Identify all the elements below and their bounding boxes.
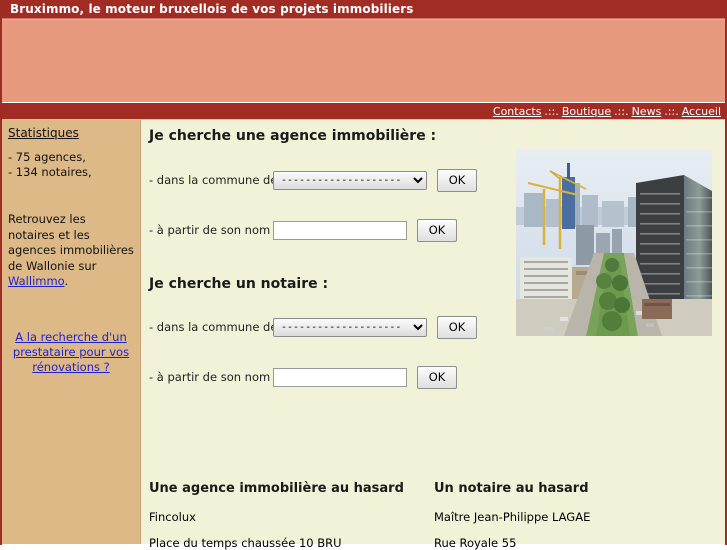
random-agency-heading: Une agence immobilière au hasard (149, 481, 404, 496)
nav-link-accueil[interactable]: Accueil (682, 105, 721, 118)
main-content: Je cherche une agence immobilière : - da… (141, 120, 725, 550)
sidebar-link-renovation[interactable]: A la recherche d'un prestataire pour vos r… (13, 330, 129, 374)
nav-separator: .::. (664, 104, 679, 118)
agency-commune-label: - dans la commune de (149, 173, 278, 187)
reno-line-2: prestataire pour vos (12, 344, 130, 359)
random-notary-heading: Un notaire au hasard (434, 481, 589, 496)
agency-section-heading: Je cherche une agence immobilière : (149, 128, 437, 144)
notary-commune-select[interactable]: -------------------- (273, 317, 427, 337)
header-banner (2, 19, 725, 103)
random-entries-area: Une agence immobilière au hasard Fincolu… (149, 481, 719, 550)
top-nav-bar: Contacts .::. Boutique .::. News .::. Ac… (2, 103, 725, 120)
sidebar-promo-before: Retrouvez les notaires et les agences im… (8, 212, 134, 273)
agency-commune-select[interactable]: -------------------- (273, 170, 427, 190)
sidebar-link-wallimmo[interactable]: Wallimmo (8, 274, 65, 288)
random-notary-address: Rue Royale 55 (434, 536, 517, 550)
sidebar-promo-after: . (64, 274, 69, 288)
sidebar-renovation-block: A la recherche d'un prestataire pour vos r… (8, 330, 134, 375)
nav-link-contacts[interactable]: Contacts (493, 105, 542, 118)
notary-commune-label: - dans la commune de (149, 320, 278, 334)
reno-line-1: A la recherche d'un (15, 329, 127, 344)
content-columns: Statistiques - 75 agences, - 134 notaire… (2, 120, 725, 550)
reno-line-3: rénovations ? (32, 359, 110, 374)
nav-separator: .::. (614, 104, 629, 118)
nav-link-boutique[interactable]: Boutique (562, 105, 611, 118)
nav-separator: .::. (544, 104, 559, 118)
page-root: Bruximmo, le moteur bruxellois de vos pr… (0, 0, 727, 550)
agency-commune-ok-button[interactable]: OK (437, 168, 477, 192)
notary-name-input[interactable] (273, 367, 407, 387)
sidebar-promo-text: Retrouvez les notaires et les agences im… (8, 212, 134, 290)
sidebar: Statistiques - 75 agences, - 134 notaire… (2, 120, 141, 544)
sidebar-stat-notaires: - 134 notaires, (8, 165, 92, 179)
agency-name-ok-button[interactable]: OK (417, 218, 457, 242)
brussels-cityscape-photo (516, 149, 712, 336)
page-title: Bruximmo, le moteur bruxellois de vos pr… (10, 2, 414, 16)
random-notary-block: Un notaire au hasard Maître Jean-Philipp… (434, 481, 719, 550)
agency-name-input[interactable] (273, 220, 407, 240)
random-agency-address: Place du temps chaussée 10 BRU (149, 536, 342, 550)
notary-name-row: - à partir de son nom OK (149, 362, 725, 392)
notary-name-ok-button[interactable]: OK (417, 365, 457, 389)
sidebar-stat-agences: - 75 agences, (8, 150, 86, 164)
random-agency-block: Une agence immobilière au hasard Fincolu… (149, 481, 434, 550)
sidebar-stats-title: Statistiques (8, 126, 79, 140)
window-title-bar: Bruximmo, le moteur bruxellois de vos pr… (2, 0, 725, 19)
random-agency-name: Fincolux (149, 510, 196, 524)
random-notary-name: Maître Jean-Philippe LAGAE (434, 510, 591, 524)
agency-name-label: - à partir de son nom (149, 223, 271, 237)
notary-commune-ok-button[interactable]: OK (437, 315, 477, 339)
nav-link-news[interactable]: News (632, 105, 662, 118)
notary-name-label: - à partir de son nom (149, 370, 271, 384)
